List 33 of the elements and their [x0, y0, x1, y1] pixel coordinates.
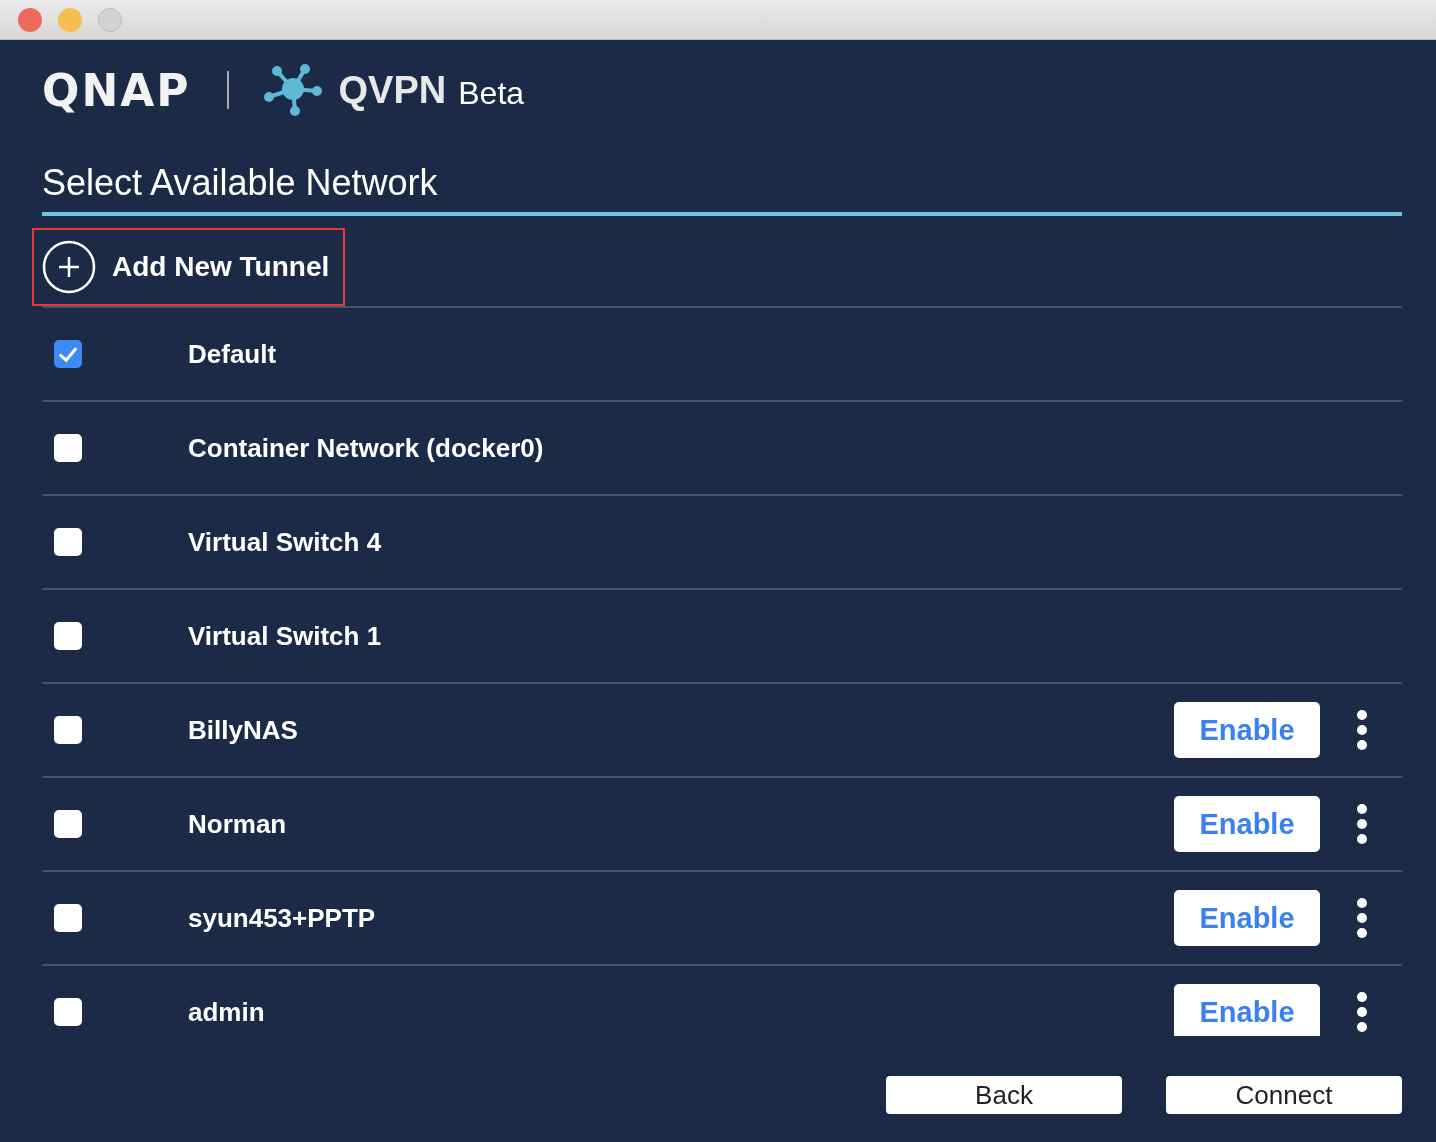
- brand-logo: QNAP: [42, 64, 191, 116]
- enable-button[interactable]: Enable: [1174, 890, 1320, 946]
- app-name: QVPN: [338, 68, 447, 112]
- enable-button[interactable]: Enable: [1174, 702, 1320, 758]
- checkbox[interactable]: [54, 716, 82, 744]
- network-name: Container Network (docker0): [188, 432, 545, 464]
- more-options-icon[interactable]: [1356, 709, 1368, 751]
- checkbox[interactable]: [54, 904, 82, 932]
- enable-button[interactable]: Enable: [1174, 796, 1320, 852]
- more-options-icon[interactable]: [1356, 803, 1368, 845]
- network-name: Virtual Switch 1: [188, 620, 383, 652]
- app-tag: Beta: [458, 74, 525, 112]
- checkbox[interactable]: [54, 340, 82, 368]
- network-name: BillyNAS: [188, 714, 299, 746]
- checkbox[interactable]: [54, 810, 82, 838]
- network-name: syun453+PPTP: [188, 902, 377, 934]
- more-options-icon[interactable]: [1356, 897, 1368, 939]
- plus-circle-icon: [42, 240, 96, 294]
- network-name: Virtual Switch 4: [188, 526, 383, 558]
- back-button[interactable]: Back: [886, 1076, 1122, 1114]
- add-tunnel-button[interactable]: Add New Tunnel: [32, 228, 346, 306]
- checkbox[interactable]: [54, 434, 82, 462]
- connect-button[interactable]: Connect: [1166, 1076, 1402, 1114]
- checkbox[interactable]: [54, 528, 82, 556]
- checkbox[interactable]: [54, 998, 82, 1026]
- network-name: Default: [188, 338, 278, 370]
- checkbox[interactable]: [54, 622, 82, 650]
- network-hub-icon: [262, 61, 325, 119]
- enable-button[interactable]: Enable: [1174, 984, 1320, 1036]
- more-options-icon[interactable]: [1356, 991, 1368, 1033]
- network-name: Norman: [188, 808, 288, 840]
- network-name: admin: [188, 996, 266, 1028]
- section-heading: Select Available Network: [42, 140, 1402, 216]
